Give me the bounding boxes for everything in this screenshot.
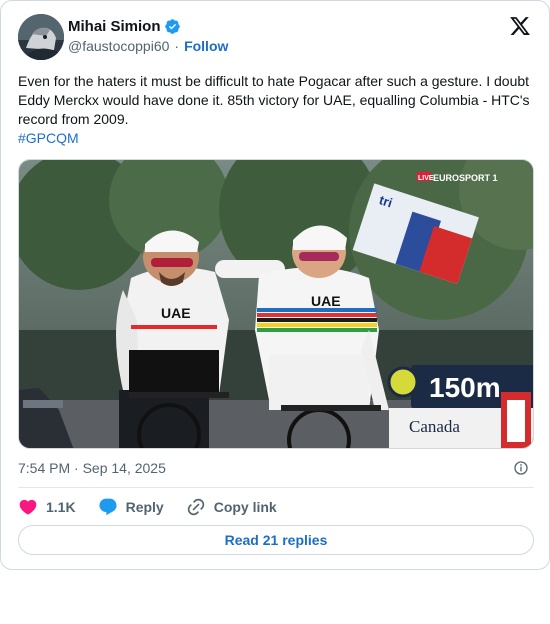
avatar[interactable] [18, 14, 64, 60]
post-timestamp[interactable]: 7:54 PM · Sep 14, 2025 [18, 460, 166, 476]
author-name-row: Mihai Simion [68, 18, 181, 35]
rider-left-jersey-text: UAE [161, 305, 191, 321]
broadcast-channel: EUROSPORT 1 [433, 173, 498, 183]
author-handle[interactable]: @faustocoppi60 [68, 38, 169, 54]
post-text: Even for the haters it must be difficult… [18, 72, 538, 148]
read-replies-button[interactable]: Read 21 replies [18, 525, 534, 555]
action-bar: 1.1K Reply Copy link [18, 495, 299, 519]
post-media-image[interactable]: tri 150m Canada UAE UAE LIVE EUROSPORT 1 [18, 159, 534, 449]
like-count: 1.1K [46, 499, 76, 515]
reply-label: Reply [125, 499, 164, 515]
embedded-post-card: Mihai Simion @faustocoppi60 · Follow Eve… [0, 0, 550, 570]
author-handle-row: @faustocoppi60 · Follow [68, 38, 228, 54]
copy-link-label: Copy link [213, 499, 277, 515]
heart-icon [19, 499, 37, 515]
post-body: Even for the haters it must be difficult… [18, 73, 530, 127]
author-display-name[interactable]: Mihai Simion [68, 18, 161, 35]
reply-bubble-icon [99, 498, 117, 516]
info-icon[interactable] [513, 460, 529, 476]
verified-badge-icon [164, 18, 181, 35]
hashtag-link[interactable]: #GPCQM [18, 130, 79, 146]
follow-button[interactable]: Follow [184, 38, 228, 54]
x-logo-icon[interactable] [509, 15, 531, 37]
like-button[interactable]: 1.1K [18, 497, 76, 517]
divider [18, 487, 534, 488]
live-badge: LIVE [418, 175, 434, 182]
sponsor-banner-text: Canada [409, 417, 460, 436]
reply-button[interactable]: Reply [98, 497, 164, 517]
separator-dot: · [174, 38, 180, 54]
distance-marker-text: 150m [429, 372, 501, 403]
rider-right-jersey-text: UAE [311, 293, 341, 309]
link-icon [187, 498, 204, 516]
copy-link-button[interactable]: Copy link [186, 497, 277, 517]
